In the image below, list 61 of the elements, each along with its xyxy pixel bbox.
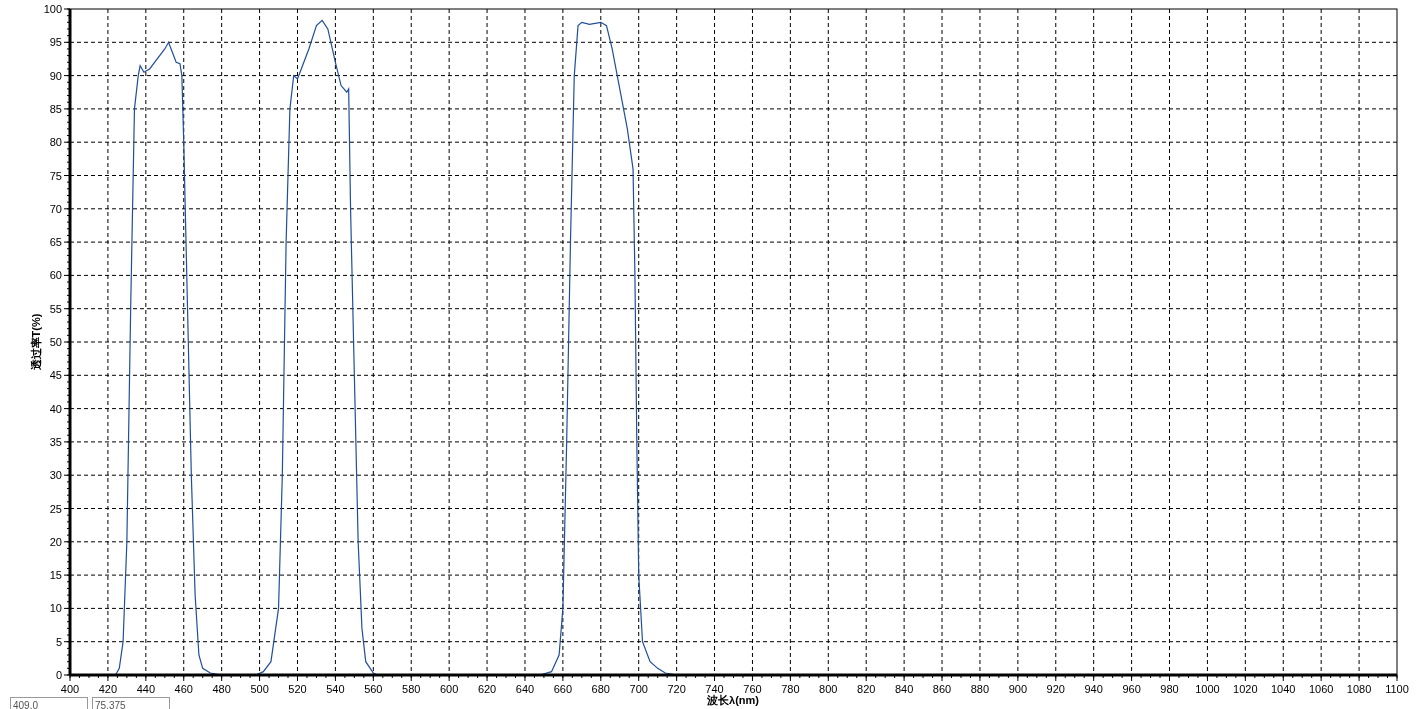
tick-label: 620 [477, 683, 497, 695]
readout-field[interactable]: 75.375 [92, 697, 170, 709]
tick-label: 55 [49, 302, 62, 315]
tick-label: 1080 [1346, 683, 1372, 695]
tick-label: 500 [250, 683, 269, 695]
readout-field[interactable]: 409.0 [10, 697, 88, 709]
tick-label: 940 [1084, 683, 1103, 695]
tick-label: 820 [857, 683, 876, 695]
tick-label: 540 [326, 683, 345, 695]
tick-label: 100 [43, 3, 62, 15]
tick-label: 20 [49, 535, 62, 548]
tick-label: 880 [970, 683, 990, 695]
tick-label: 1100 [1385, 683, 1409, 695]
tick-label: 45 [49, 369, 62, 382]
tick-label: 680 [591, 683, 610, 695]
tick-label: 780 [781, 683, 800, 695]
tick-label: 660 [553, 683, 573, 695]
tick-label: 25 [49, 502, 62, 515]
tick-label: 15 [49, 569, 62, 582]
tick-label: 65 [49, 236, 62, 249]
tick-label: 30 [49, 469, 62, 482]
tick-label: 800 [819, 683, 838, 695]
tick-label: 460 [174, 683, 193, 695]
tick-label: 70 [49, 202, 62, 215]
tick-label: 740 [705, 683, 724, 695]
tick-label: 900 [1008, 683, 1028, 695]
tick-label: 90 [49, 69, 62, 82]
tick-label: 10 [49, 602, 62, 615]
tick-label: 560 [364, 683, 383, 695]
tick-label: 1040 [1271, 683, 1296, 695]
tick-label: 960 [1122, 683, 1141, 695]
tick-label: 60 [49, 269, 62, 282]
tick-label: 480 [212, 683, 231, 695]
tick-label: 0 [55, 669, 62, 681]
tick-label: 35 [49, 435, 62, 448]
tick-label: 1060 [1308, 683, 1334, 695]
tick-label: 860 [932, 683, 952, 695]
tick-label: 640 [515, 683, 535, 695]
tick-label: 1020 [1233, 683, 1258, 695]
tick-label: 80 [49, 136, 62, 149]
tick-label: 720 [667, 683, 686, 695]
axis-title: 透过率T(%) [30, 313, 42, 371]
tick-label: 520 [288, 683, 307, 695]
tick-label: 600 [439, 683, 459, 695]
axis-title: 波长λ(nm) [707, 694, 759, 707]
tick-label: 440 [136, 683, 155, 695]
tick-label: 700 [629, 683, 648, 695]
tick-label: 580 [402, 683, 421, 695]
tick-label: 400 [60, 683, 80, 695]
tick-label: 920 [1046, 683, 1065, 695]
tick-label: 85 [49, 102, 62, 115]
tick-label: 1000 [1195, 683, 1220, 695]
tick-label: 420 [98, 683, 118, 695]
tick-label: 75 [49, 169, 62, 182]
tick-label: 40 [49, 402, 62, 415]
tick-label: 95 [49, 36, 62, 49]
tick-label: 50 [49, 336, 62, 348]
tick-label: 760 [743, 683, 762, 695]
tick-label: 5 [55, 635, 62, 648]
tick-label: 840 [894, 683, 914, 695]
tick-label: 980 [1160, 683, 1179, 695]
